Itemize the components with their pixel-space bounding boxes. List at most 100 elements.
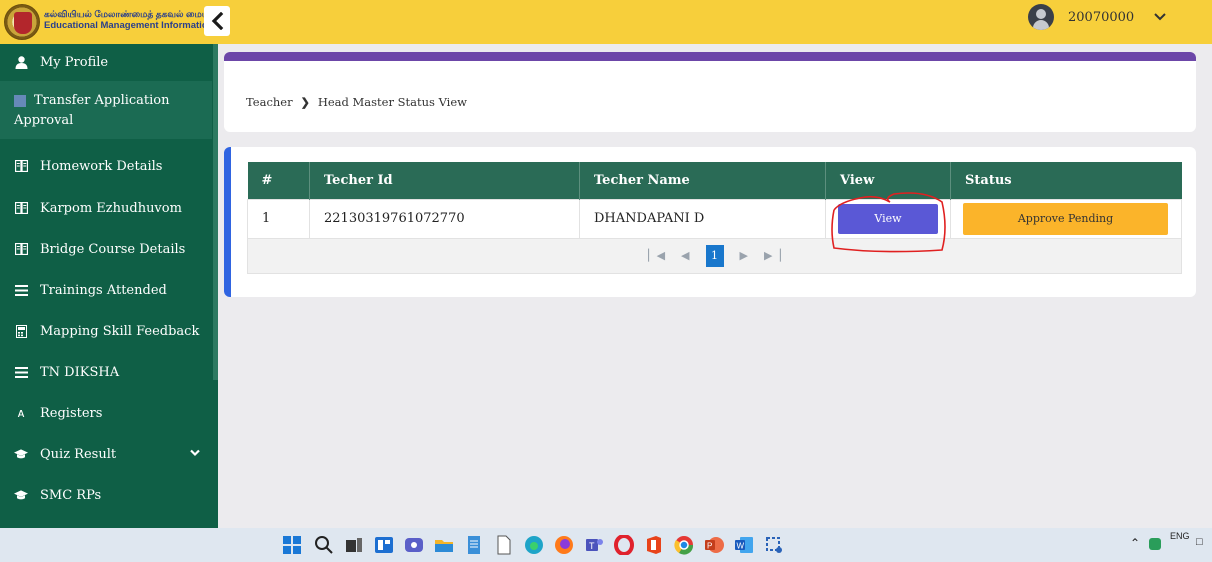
pagination: ▏◀ ◀ 1 ▶ ▶▕: [247, 237, 1182, 274]
chevron-down-icon: [190, 449, 200, 457]
book-icon: [14, 201, 28, 215]
opera-icon[interactable]: [614, 535, 634, 555]
windows-start-icon[interactable]: [282, 535, 302, 555]
app-title-english: Educational Management Information Syste…: [44, 20, 206, 31]
sidebar-item-transfer-application-approval[interactable]: Transfer Application Approval: [0, 81, 212, 139]
previous-page-icon[interactable]: ◀: [681, 249, 689, 262]
column-header-teacher-id: Techer Id: [309, 162, 580, 199]
graduation-cap-icon: [14, 488, 28, 502]
sidebar-item-label: Transfer Application Approval: [14, 93, 170, 128]
edge-browser-icon[interactable]: [524, 535, 544, 555]
word-icon[interactable]: W: [734, 535, 754, 555]
sidebar-item-trainings-attended[interactable]: Trainings Attended: [0, 270, 212, 310]
chat-icon[interactable]: [404, 535, 424, 555]
language-code: ENG: [1170, 531, 1190, 541]
calculator-icon: [14, 324, 28, 338]
sidebar-item-homework-details[interactable]: Homework Details: [0, 146, 212, 186]
cell-number: 1: [247, 198, 310, 239]
widgets-icon[interactable]: [374, 535, 394, 555]
language-indicator[interactable]: ENG: [1170, 531, 1190, 542]
app-title: கல்வியியல் மேலாண்மைத் தகவல் மையம் Educat…: [44, 8, 206, 32]
task-view-icon[interactable]: [344, 535, 364, 555]
page-number-current[interactable]: 1: [705, 244, 724, 267]
breadcrumb: Teacher ❯ Head Master Status View: [246, 95, 467, 109]
card-accent-bar: [224, 147, 231, 297]
app-title-tamil: கல்வியியல் மேலாண்மைத் தகவல் மையம்: [44, 9, 206, 19]
sidebar-item-label: Quiz Result: [40, 446, 117, 462]
sidebar-item-label: Mapping Skill Feedback: [40, 323, 200, 339]
sidebar-toggle-button[interactable]: [204, 6, 230, 36]
registers-icon: ᴀ: [17, 406, 25, 420]
breadcrumb-parent[interactable]: Teacher: [246, 95, 293, 109]
column-header-number: #: [247, 162, 310, 199]
sidebar-item-registers[interactable]: ᴀ Registers: [0, 393, 212, 433]
table-row: 1 22130319761072770 DHANDAPANI D View Ap…: [247, 198, 1182, 239]
sidebar-item-label: My Profile: [40, 54, 109, 70]
user-icon: [14, 55, 28, 69]
notepad-icon[interactable]: [464, 535, 484, 555]
network-icon[interactable]: □: [1196, 536, 1212, 548]
sidebar-item-bridge-course-details[interactable]: Bridge Course Details: [0, 229, 212, 269]
app-logo[interactable]: கல்வியியல் மேலாண்மைத் தகவல் மையம் Educat…: [4, 4, 206, 40]
user-id: 20070000: [1068, 9, 1135, 25]
cell-teacher-name: DHANDAPANI D: [579, 198, 826, 239]
top-bar: கல்வியியல் மேலாண்மைத் தகவல் மையம் Educat…: [0, 0, 1212, 44]
page-header-card: Teacher ❯ Head Master Status View: [224, 52, 1196, 132]
cell-teacher-id: 22130319761072770: [309, 198, 580, 239]
sidebar-item-mapping-skill-feedback[interactable]: Mapping Skill Feedback: [0, 311, 212, 351]
chrome-icon[interactable]: [674, 535, 694, 555]
view-button[interactable]: View: [838, 203, 938, 234]
avatar-icon: [1028, 4, 1054, 30]
tray-chevron-up-icon[interactable]: ⌃: [1130, 536, 1140, 550]
list-icon: [14, 365, 28, 379]
firefox-icon[interactable]: [554, 535, 574, 555]
snipping-tool-icon[interactable]: [764, 535, 784, 555]
teams-icon[interactable]: T: [584, 535, 604, 555]
svg-text:W: W: [737, 542, 745, 551]
breadcrumb-current: Head Master Status View: [317, 95, 468, 109]
office-icon[interactable]: [644, 535, 664, 555]
sidebar-item-smc-rps[interactable]: SMC RPs: [0, 475, 212, 515]
file-explorer-icon[interactable]: [434, 535, 454, 555]
column-header-view: View: [825, 162, 951, 199]
sidebar-item-my-profile[interactable]: My Profile: [0, 44, 212, 80]
status-table: # Techer Id Techer Name View Status 1 22…: [247, 162, 1182, 274]
svg-text:T: T: [589, 541, 595, 551]
chevron-down-icon: [1154, 13, 1166, 21]
graduation-cap-icon: [14, 447, 28, 461]
chevron-left-icon: [211, 12, 224, 30]
list-icon: [14, 283, 28, 297]
sidebar-item-label: SMC RPs: [40, 487, 102, 503]
sidebar-item-label: Trainings Attended: [40, 282, 167, 298]
chevron-right-icon: ❯: [300, 95, 310, 109]
cell-view: View: [825, 198, 951, 239]
header-accent-bar: [224, 52, 1196, 61]
next-page-icon[interactable]: ▶: [740, 249, 748, 262]
first-page-icon[interactable]: ▏◀: [648, 249, 665, 262]
square-icon: [14, 94, 26, 107]
cell-status: Approve Pending: [950, 198, 1182, 239]
powerpoint-icon[interactable]: P: [704, 535, 724, 555]
status-table-card: # Techer Id Techer Name View Status 1 22…: [224, 147, 1196, 297]
sidebar-item-label: Karpom Ezhudhuvom: [40, 200, 182, 216]
sidebar-item-quiz-result[interactable]: Quiz Result: [0, 434, 212, 474]
approve-pending-button[interactable]: Approve Pending: [963, 202, 1168, 235]
sidebar-item-karpom-ezhudhuvom[interactable]: Karpom Ezhudhuvom: [0, 188, 212, 228]
sidebar-item-label: Registers: [40, 405, 103, 421]
sidebar-scrollbar[interactable]: [213, 44, 218, 380]
pagination-row: ▏◀ ◀ 1 ▶ ▶▕: [247, 237, 1182, 274]
sidebar-item-label-wrap: Transfer Application Approval: [14, 91, 200, 131]
svg-text:P: P: [707, 542, 712, 551]
sidebar-item-tn-diksha[interactable]: TN DIKSHA: [0, 352, 212, 392]
last-page-icon[interactable]: ▶▕: [764, 249, 781, 262]
emblem-icon: [4, 4, 40, 40]
user-menu[interactable]: 20070000: [1028, 2, 1208, 32]
book-icon: [14, 159, 28, 173]
document-icon[interactable]: [494, 535, 514, 555]
column-header-teacher-name: Techer Name: [579, 162, 826, 199]
pagination-controls: ▏◀ ◀ 1 ▶ ▶▕: [648, 244, 781, 267]
windows-taskbar: T P W ⌃ ENG □: [0, 528, 1212, 562]
tray-app-icon[interactable]: [1148, 537, 1162, 551]
sidebar-item-label: Bridge Course Details: [40, 241, 186, 257]
search-icon[interactable]: [314, 535, 334, 555]
